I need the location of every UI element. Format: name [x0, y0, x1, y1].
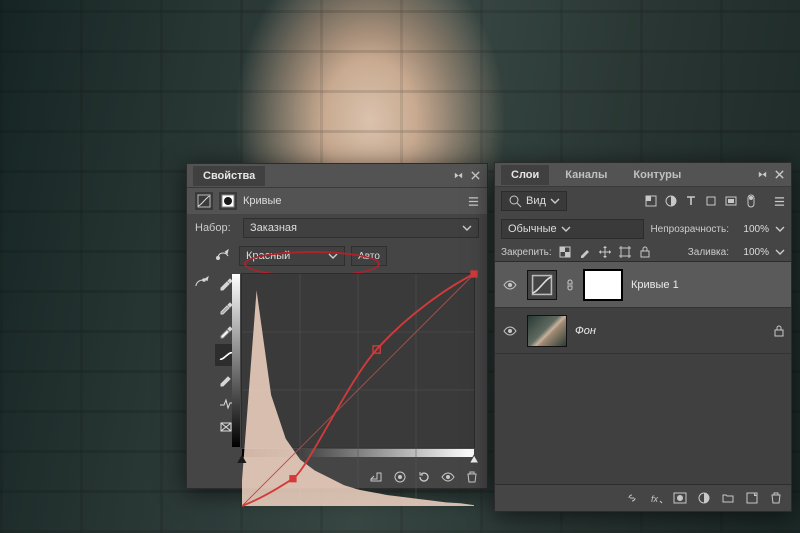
clip-to-layer-icon[interactable] — [369, 470, 383, 484]
chevron-down-icon — [462, 223, 472, 233]
channel-value: Красный — [246, 250, 290, 262]
filter-label: Вид — [526, 195, 546, 207]
section-label: Кривые — [243, 195, 282, 207]
lock-all-icon[interactable] — [638, 245, 652, 259]
lock-label: Закрепить: — [501, 247, 552, 258]
channel-select[interactable]: Красный — [239, 246, 345, 266]
curves-section-title: Кривые — [187, 188, 487, 214]
layer-row-background[interactable]: Фон — [495, 308, 791, 354]
lock-pixels-icon[interactable] — [578, 245, 592, 259]
properties-panel-header: Свойства — [187, 164, 487, 188]
filter-type-icon[interactable] — [684, 194, 698, 208]
lock-transparency-icon[interactable] — [558, 245, 572, 259]
image-thumb[interactable] — [527, 315, 567, 347]
white-slider[interactable] — [470, 455, 479, 463]
opacity-value[interactable]: 100% — [735, 224, 769, 235]
adjustment-thumb[interactable] — [527, 270, 557, 300]
auto-button[interactable]: Авто — [351, 246, 387, 266]
preset-select[interactable]: Заказная — [243, 218, 479, 238]
input-sliders — [240, 455, 476, 465]
preset-label: Набор: — [195, 222, 237, 234]
mask-thumb[interactable] — [583, 269, 623, 301]
layer-list: Кривые 1 Фон — [495, 261, 791, 485]
reset-icon[interactable] — [417, 470, 431, 484]
lock-position-icon[interactable] — [598, 245, 612, 259]
svg-text:fx: fx — [651, 494, 659, 504]
chevron-down-icon — [550, 196, 560, 206]
tab-channels[interactable]: Каналы — [555, 165, 617, 185]
link-layers-icon[interactable] — [625, 491, 639, 505]
new-adjustment-icon[interactable] — [697, 491, 711, 505]
lock-fill-row: Закрепить: Заливка: 100% — [495, 243, 791, 261]
filter-smart-icon[interactable] — [724, 194, 738, 208]
blend-opacity-row: Обычные Непрозрачность: 100% — [495, 215, 791, 243]
layers-panel: Слои Каналы Контуры Вид Обычные — [494, 162, 792, 512]
filter-shape-icon[interactable] — [704, 194, 718, 208]
channel-row: Красный Авто — [187, 242, 487, 270]
blend-mode-value: Обычные — [508, 223, 557, 235]
curves-graph[interactable] — [241, 273, 475, 448]
lock-icon[interactable] — [773, 325, 785, 337]
panel-menu-icon[interactable] — [774, 196, 785, 207]
layer-mask-icon — [219, 192, 237, 210]
close-icon[interactable] — [774, 169, 785, 180]
visibility-icon[interactable] — [441, 470, 455, 484]
opacity-label: Непрозрачность: — [650, 224, 729, 235]
trash-icon[interactable] — [769, 491, 783, 505]
properties-body: Кривые Набор: Заказная Красный Авто — [187, 188, 487, 488]
fill-label: Заливка: — [688, 247, 729, 258]
properties-footer — [369, 470, 479, 484]
filter-toggle-icon[interactable] — [744, 194, 758, 208]
trash-icon[interactable] — [465, 470, 479, 484]
output-gradient — [232, 274, 240, 447]
blend-mode-select[interactable]: Обычные — [501, 219, 644, 239]
chevron-down-icon[interactable] — [775, 224, 785, 234]
chevron-down-icon[interactable] — [775, 247, 785, 257]
close-icon[interactable] — [470, 170, 481, 181]
search-icon — [508, 194, 522, 208]
new-layer-icon[interactable] — [745, 491, 759, 505]
fill-value[interactable]: 100% — [735, 247, 769, 258]
layers-footer: fx — [495, 485, 791, 511]
properties-panel: Свойства Кривые Набор: Заказная — [186, 163, 488, 489]
filter-pixel-icon[interactable] — [644, 194, 658, 208]
curve-point-shadow[interactable] — [289, 475, 296, 482]
collapse-arrows-icon[interactable] — [757, 169, 768, 180]
layer-filter-select[interactable]: Вид — [501, 191, 567, 211]
preset-row: Набор: Заказная — [187, 214, 487, 242]
target-adjust-icon[interactable] — [213, 246, 233, 266]
layers-body: Вид Обычные Непрозрачность: 100% Закрепи… — [495, 187, 791, 511]
panel-menu-icon[interactable] — [468, 196, 479, 207]
tab-paths[interactable]: Контуры — [623, 165, 691, 185]
chevron-down-icon — [328, 251, 338, 261]
link-icon[interactable] — [565, 278, 575, 292]
eye-icon — [503, 278, 517, 292]
properties-tab[interactable]: Свойства — [193, 166, 265, 186]
layer-visibility-toggle[interactable] — [501, 278, 519, 292]
filter-adjustment-icon[interactable] — [664, 194, 678, 208]
new-group-icon[interactable] — [721, 491, 735, 505]
lock-artboard-icon[interactable] — [618, 245, 632, 259]
layer-style-icon[interactable]: fx — [649, 491, 663, 505]
black-slider[interactable] — [237, 455, 246, 463]
eye-icon — [503, 324, 517, 338]
add-mask-icon[interactable] — [673, 491, 687, 505]
curve-point-white[interactable] — [470, 270, 477, 277]
on-image-adjust-button[interactable] — [191, 272, 213, 294]
preset-value: Заказная — [250, 222, 297, 234]
filter-row: Вид — [495, 187, 791, 215]
layer-visibility-toggle[interactable] — [501, 324, 519, 338]
previous-state-icon[interactable] — [393, 470, 407, 484]
layer-row-curves[interactable]: Кривые 1 — [495, 262, 791, 308]
chevron-down-icon — [561, 224, 571, 234]
layer-name[interactable]: Фон — [575, 325, 765, 337]
tab-layers[interactable]: Слои — [501, 165, 549, 185]
curves-adjustment-icon — [195, 192, 213, 210]
layer-name[interactable]: Кривые 1 — [631, 279, 785, 291]
layers-panel-header: Слои Каналы Контуры — [495, 163, 791, 187]
collapse-arrows-icon[interactable] — [453, 170, 464, 181]
adjust-tool-column — [191, 272, 213, 294]
